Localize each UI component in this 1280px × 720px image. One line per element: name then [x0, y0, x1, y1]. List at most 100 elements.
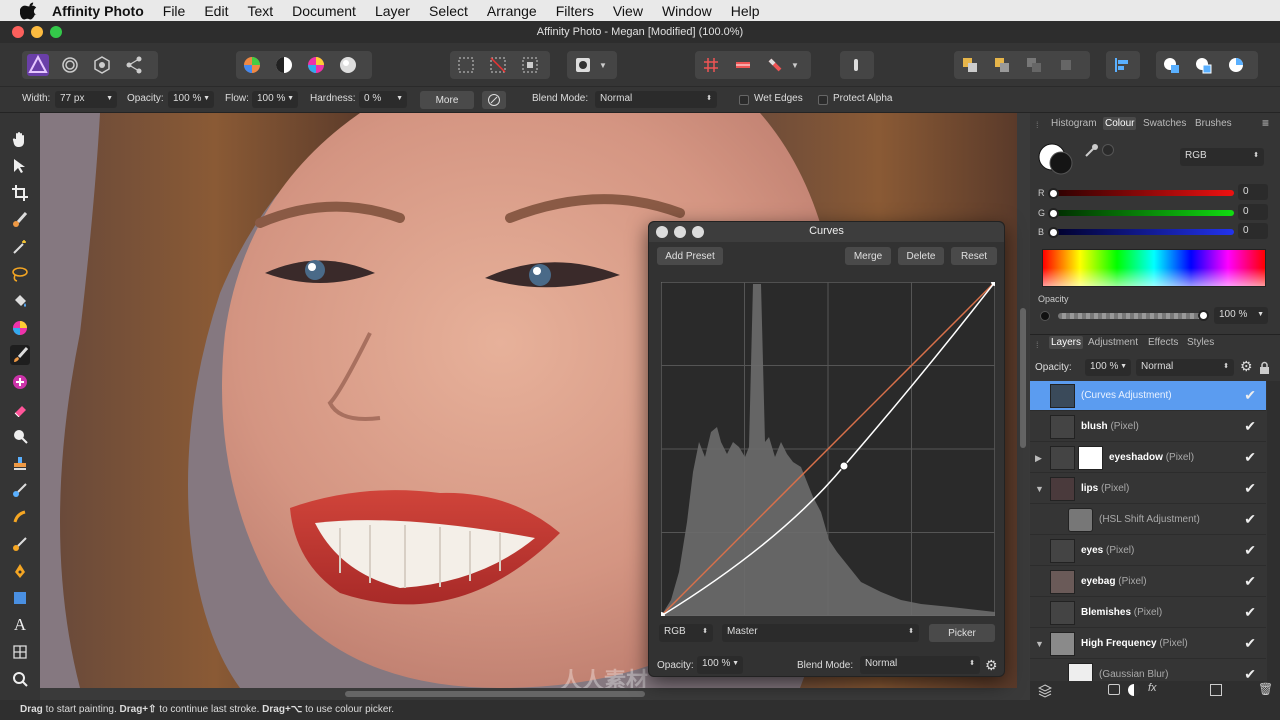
curves-opacity-field[interactable]: 100 % ▼	[697, 656, 743, 674]
select-all-button[interactable]	[450, 51, 482, 79]
shape-tool[interactable]	[10, 588, 30, 608]
curves-minimize-button[interactable]	[674, 226, 686, 238]
menu-file[interactable]: File	[163, 3, 186, 19]
picked-colour-swatch[interactable]	[1102, 144, 1114, 156]
move-back-one-button[interactable]	[986, 51, 1018, 79]
add-button[interactable]	[1156, 51, 1188, 79]
force-pixel-alignment-button[interactable]	[727, 51, 759, 79]
blue-slider[interactable]	[1052, 229, 1234, 235]
move-to-back-button[interactable]	[954, 51, 986, 79]
layer-row-eyeshadow[interactable]: ▶ eyeshadow (Pixel) ✔	[1030, 443, 1266, 473]
tab-histogram[interactable]: Histogram	[1051, 118, 1097, 129]
tab-swatches[interactable]: Swatches	[1143, 118, 1186, 129]
move-to-front-button[interactable]	[1050, 51, 1082, 79]
colour-model-select[interactable]: RGB ⬍	[1180, 148, 1264, 166]
colour-opacity-knob[interactable]	[1198, 310, 1209, 321]
menu-window[interactable]: Window	[662, 3, 712, 19]
develop-persona-button[interactable]	[86, 51, 118, 79]
channel-mode-select[interactable]: Master ⬍	[722, 624, 919, 642]
auto-colour-button[interactable]	[300, 51, 332, 79]
tab-colour[interactable]: Colour	[1103, 117, 1137, 130]
red-slider-knob[interactable]	[1048, 188, 1059, 199]
vertical-scrollbar[interactable]	[1017, 113, 1030, 688]
horizontal-scroll-thumb[interactable]	[345, 691, 645, 697]
photo-persona-button[interactable]	[22, 51, 54, 79]
colour-opacity-slider[interactable]	[1058, 313, 1202, 319]
colour-picker-tool[interactable]	[10, 318, 30, 338]
more-button[interactable]: More	[420, 91, 474, 109]
g-value-field[interactable]: 0	[1238, 204, 1268, 220]
hardness-field[interactable]: 0 % ▼	[359, 91, 407, 108]
layer-visibility-checkbox[interactable]: ✔	[1244, 573, 1256, 590]
secondary-colour-well[interactable]	[1049, 151, 1073, 175]
auto-levels-button[interactable]	[236, 51, 268, 79]
stabilizer-button[interactable]	[482, 91, 506, 109]
add-preset-button[interactable]: Add Preset	[657, 247, 723, 265]
fx-icon[interactable]: fx	[1148, 682, 1157, 694]
quick-mask-button[interactable]	[567, 51, 599, 79]
horizontal-scrollbar[interactable]	[40, 688, 1017, 700]
align-button[interactable]	[1106, 51, 1138, 79]
menu-edit[interactable]: Edit	[204, 3, 228, 19]
opacity-field[interactable]: 100 % ▼	[168, 91, 214, 108]
layer-visibility-checkbox[interactable]: ✔	[1244, 449, 1256, 466]
merge-button[interactable]: Merge	[845, 247, 891, 265]
curves-close-button[interactable]	[656, 226, 668, 238]
trash-icon[interactable]: 🗑	[1258, 682, 1273, 696]
layer-row-eyebag[interactable]: eyebag (Pixel) ✔	[1030, 567, 1266, 597]
mesh-warp-tool[interactable]	[10, 642, 30, 662]
layer-visibility-checkbox[interactable]: ✔	[1244, 635, 1256, 652]
colour-wells[interactable]	[1038, 141, 1078, 177]
collapse-triangle-icon[interactable]: ▼	[1035, 484, 1044, 494]
apple-icon[interactable]	[20, 2, 38, 20]
delete-button[interactable]: Delete	[898, 247, 944, 265]
layer-visibility-checkbox[interactable]: ✔	[1244, 666, 1256, 681]
chevron-down-icon[interactable]: ▼	[599, 61, 607, 70]
layers-scrollbar[interactable]	[1267, 381, 1280, 681]
layer-visibility-checkbox[interactable]: ✔	[1244, 542, 1256, 559]
layer-row-blush[interactable]: blush (Pixel) ✔	[1030, 412, 1266, 442]
layer-visibility-checkbox[interactable]: ✔	[1244, 387, 1256, 404]
snapping-button[interactable]	[759, 51, 791, 79]
layer-row-eyes[interactable]: eyes (Pixel) ✔	[1030, 536, 1266, 566]
minimize-window-button[interactable]	[31, 26, 43, 38]
move-tool[interactable]	[10, 156, 30, 176]
flow-field[interactable]: 100 % ▼	[252, 91, 298, 108]
healing-brush-tool[interactable]	[10, 372, 30, 392]
curve-handle-mid[interactable]	[839, 461, 849, 471]
layer-row-gaussian-blur[interactable]: (Gaussian Blur) ✔	[1030, 660, 1266, 681]
tab-brushes[interactable]: Brushes	[1195, 118, 1232, 129]
menu-layer[interactable]: Layer	[375, 3, 410, 19]
collapse-triangle-icon[interactable]: ▼	[1035, 639, 1044, 649]
subtract-button[interactable]	[1188, 51, 1220, 79]
deselect-button[interactable]	[482, 51, 514, 79]
gear-icon[interactable]: ⚙	[1240, 358, 1253, 375]
tab-styles[interactable]: Styles	[1187, 337, 1214, 348]
paint-brush-tool[interactable]	[10, 345, 30, 365]
crop-tool[interactable]	[10, 183, 30, 203]
zoom-tool-2[interactable]	[10, 426, 30, 446]
vertical-scroll-thumb[interactable]	[1020, 308, 1026, 448]
panel-menu-icon[interactable]: ≡	[1262, 116, 1269, 130]
tab-adjustment[interactable]: Adjustment	[1088, 337, 1138, 348]
text-tool[interactable]: A	[10, 615, 30, 635]
close-window-button[interactable]	[12, 26, 24, 38]
green-slider[interactable]	[1052, 210, 1234, 216]
zoom-tool[interactable]	[10, 669, 30, 689]
move-forward-one-button[interactable]	[1018, 51, 1050, 79]
new-layer-icon[interactable]	[1210, 684, 1222, 696]
snapping-grid-button[interactable]	[695, 51, 727, 79]
curves-blend-select[interactable]: Normal ⬍	[860, 656, 980, 674]
pen-tool[interactable]	[10, 561, 30, 581]
layer-visibility-checkbox[interactable]: ✔	[1244, 480, 1256, 497]
export-persona-button[interactable]	[118, 51, 150, 79]
zoom-window-button[interactable]	[50, 26, 62, 38]
intersect-button[interactable]	[1220, 51, 1252, 79]
view-tool[interactable]	[10, 129, 30, 149]
clone-brush-tool[interactable]	[10, 453, 30, 473]
invert-selection-button[interactable]	[514, 51, 546, 79]
flood-select-tool[interactable]	[10, 237, 30, 257]
blue-slider-knob[interactable]	[1048, 227, 1059, 238]
add-mask-icon[interactable]	[1108, 684, 1120, 695]
menu-filters[interactable]: Filters	[556, 3, 594, 19]
